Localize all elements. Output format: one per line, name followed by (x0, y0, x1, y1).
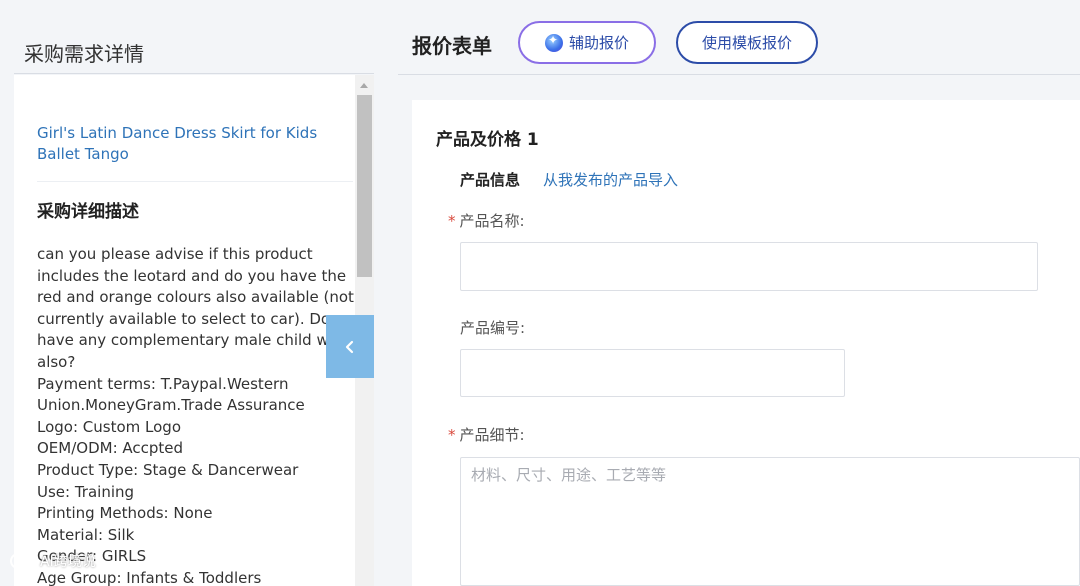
sparkle-orb-icon (544, 33, 563, 52)
panel-divider (14, 73, 374, 74)
product-code-input[interactable] (460, 349, 845, 397)
assist-quote-label: 辅助报价 (568, 34, 629, 52)
product-code-label: 产品编号: (460, 319, 526, 337)
required-mark: * (448, 426, 456, 444)
detail-line: Union.MoneyGram.Trade Assurance (37, 396, 305, 415)
product-link[interactable]: Girl's Latin Dance Dress Skirt for Kids … (37, 123, 337, 165)
detail-line: can you please advise if this product (37, 245, 313, 263)
product-name-label: * 产品名称: (448, 212, 525, 230)
detail-line: Use: Training (37, 482, 135, 501)
section-title: 产品及价格 1 (436, 130, 539, 150)
collapse-panel-button[interactable] (326, 315, 374, 378)
requirement-panel: 采购需求详情 Girl's Latin Dance Dress Skirt fo… (0, 0, 374, 586)
detail-description: can you please advise if this product in… (37, 244, 355, 586)
scroll-thumb[interactable] (357, 95, 372, 277)
product-detail-textarea[interactable]: 材料、尺寸、用途、工艺等等 (460, 457, 1080, 586)
form-title: 报价表单 (412, 34, 492, 58)
detail-line: currently available to select to car). D… (37, 309, 355, 328)
content-divider (37, 181, 353, 182)
product-detail-label: * 产品细节: (448, 426, 525, 444)
detail-line: includes the leotard and do you have the (37, 266, 347, 285)
watermark-text: AI跨境说 (40, 554, 96, 570)
required-mark: * (448, 212, 456, 230)
detail-heading: 采购详细描述 (37, 202, 139, 222)
import-product-link[interactable]: 从我发布的产品导入 (543, 169, 678, 190)
header-divider (398, 74, 1080, 75)
detail-line: Material: Silk (37, 525, 135, 544)
detail-line: red and orange colours also available (n… (37, 288, 354, 307)
detail-line: Logo: Custom Logo (37, 417, 181, 436)
scroll-up-arrow-icon[interactable] (360, 83, 368, 88)
quote-form: 产品及价格 1 产品信息 从我发布的产品导入 * 产品名称: 产品编号: * 产品细… (412, 100, 1080, 586)
detail-line: Product Type: Stage & Dancerwear (37, 460, 299, 479)
detail-line: Printing Methods: None (37, 504, 213, 523)
product-info-label: 产品信息 (460, 171, 521, 189)
detail-line: OEM/ODM: Accpted (37, 439, 184, 458)
assist-quote-button[interactable]: 辅助报价 (518, 21, 656, 64)
watermark-logo-icon (10, 553, 33, 569)
product-name-input[interactable] (460, 242, 1038, 291)
chevron-left-icon (345, 340, 354, 353)
panel-title: 采购需求详情 (24, 42, 144, 66)
requirement-content: Girl's Latin Dance Dress Skirt for Kids … (14, 75, 355, 586)
detail-line: have any complementary male child wear (37, 331, 354, 350)
detail-line: also? (37, 352, 76, 371)
detail-line: Payment terms: T.Paypal.Western (37, 374, 289, 393)
watermark: AI跨境说 (8, 551, 96, 571)
template-quote-button[interactable]: 使用模板报价 (676, 21, 818, 64)
